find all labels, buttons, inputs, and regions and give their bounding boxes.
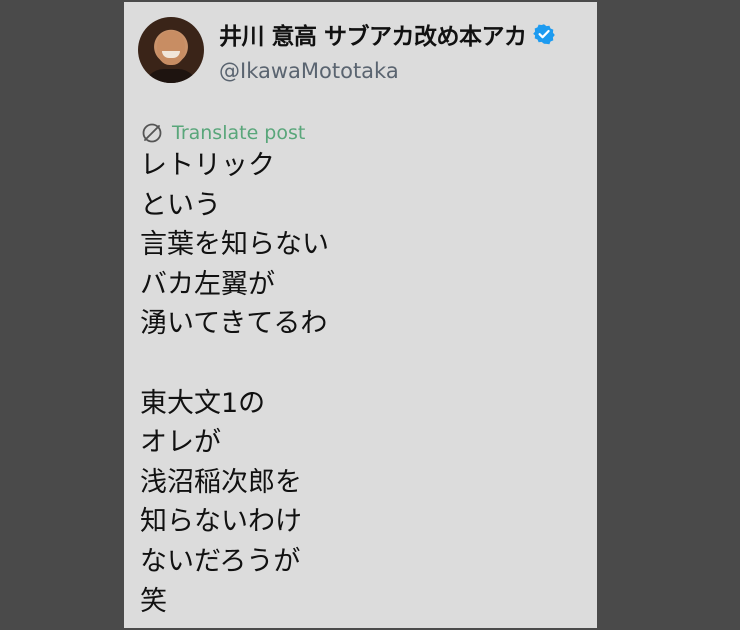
post-line: レトリック (140, 150, 275, 181)
post-card: 井川 意高 サブアカ改め本アカ @IkawaMototaka Translate… (124, 2, 597, 628)
avatar-face (157, 31, 185, 65)
post-line: 笑 (140, 585, 167, 617)
user-handle[interactable]: @IkawaMototaka (219, 59, 555, 83)
author-info: 井川 意高 サブアカ改め本アカ @IkawaMototaka (219, 17, 555, 83)
post-line-blank (140, 344, 597, 384)
post-line: 東大文1の (140, 387, 266, 419)
translate-globe-icon (142, 123, 162, 143)
post-line: ないだろうが (140, 545, 301, 577)
display-name[interactable]: 井川 意高 サブアカ改め本アカ (219, 17, 527, 51)
verified-badge-icon (532, 24, 555, 45)
post-header: 井川 意高 サブアカ改め本アカ @IkawaMototaka (138, 16, 597, 84)
post-line: 言葉を知らない (140, 229, 329, 261)
post-line: 知らないわけ (140, 506, 302, 538)
avatar[interactable] (138, 17, 204, 83)
post-line: 浅沼稲次郎を (140, 466, 302, 498)
avatar-shirt (144, 69, 198, 83)
post-line: オレが (140, 427, 221, 459)
post-line: という (140, 189, 221, 221)
post-text: レトリック という 言葉を知らない バカ左翼が 湧いてきてるわ 東大文1の オレ… (140, 146, 597, 621)
name-row: 井川 意高 サブアカ改め本アカ (219, 17, 555, 51)
post-line: 湧いてきてるわ (140, 308, 328, 340)
translate-post-label: Translate post (172, 122, 306, 144)
post-line: バカ左翼が (140, 268, 275, 300)
translate-post-button[interactable]: Translate post (141, 122, 597, 144)
